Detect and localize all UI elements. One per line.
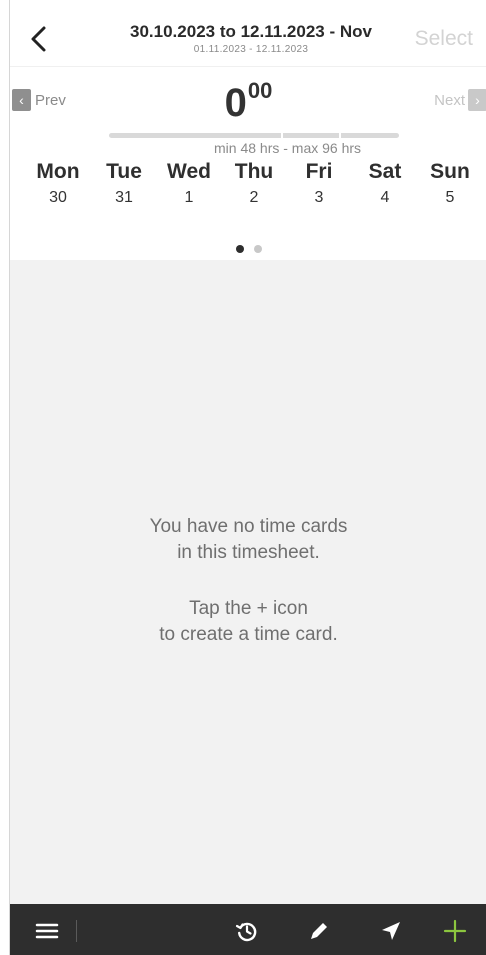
day-name: Mon	[36, 160, 80, 183]
hours-value: 0	[224, 81, 247, 125]
empty-line-4: to create a time card.	[159, 624, 338, 645]
timesheet-subtitle: 01.11.2023 - 12.11.2023	[193, 44, 309, 55]
empty-line-3: Tap the + icon	[189, 598, 308, 619]
min-hours-tick	[281, 133, 283, 138]
day-name: Tue	[106, 160, 142, 183]
history-icon[interactable]	[234, 918, 260, 944]
day-sat[interactable]: Sat 4	[353, 160, 417, 207]
day-date: 31	[115, 189, 133, 206]
add-icon[interactable]	[442, 918, 468, 944]
next-label: Next	[434, 91, 465, 109]
next-button[interactable]: Next ›	[434, 89, 486, 111]
back-icon[interactable]	[24, 20, 54, 58]
menu-icon[interactable]	[34, 918, 60, 944]
day-date: 2	[249, 189, 259, 206]
send-icon[interactable]	[378, 918, 404, 944]
day-date: 1	[184, 189, 194, 206]
timesheet-header: 30.10.2023 to 12.11.2023 - Nov 01.11.202…	[10, 0, 486, 260]
empty-line-2: in this timesheet.	[177, 542, 320, 563]
total-hours: 000	[10, 78, 486, 126]
week-days-row: Mon 30 Tue 31 Wed 1 Thu 2 Fri 3 Sat 4 Su…	[10, 160, 486, 216]
app-screen: 30.10.2023 to 12.11.2023 - Nov 01.11.202…	[9, 0, 486, 955]
edit-icon[interactable]	[306, 918, 332, 944]
minutes-value: 00	[247, 78, 273, 103]
timesheet-title: 30.10.2023 to 12.11.2023 - Nov	[130, 22, 372, 41]
day-date: 4	[380, 189, 390, 206]
day-name: Wed	[167, 160, 211, 183]
header-divider	[10, 66, 486, 67]
day-thu[interactable]: Thu 2	[222, 160, 286, 207]
day-name: Sun	[430, 160, 470, 183]
empty-state-message: You have no time cards in this timesheet…	[10, 514, 486, 648]
page-dot-1[interactable]	[235, 245, 244, 253]
day-wed[interactable]: Wed 1	[157, 160, 221, 207]
page-dot-2[interactable]	[253, 245, 262, 253]
toolbar-divider	[76, 920, 77, 942]
day-name: Sat	[368, 160, 402, 183]
day-date: 5	[445, 189, 455, 206]
day-date: 30	[49, 189, 67, 206]
chevron-right-icon: ›	[468, 89, 486, 111]
empty-line-1: You have no time cards	[149, 516, 348, 537]
bottom-toolbar	[10, 904, 486, 955]
day-date: 3	[314, 189, 324, 206]
hours-range-label: min 48 hrs - max 96 hrs	[214, 140, 362, 156]
day-name: Fri	[305, 160, 333, 183]
page-indicator	[10, 245, 486, 253]
day-fri[interactable]: Fri 3	[287, 160, 351, 207]
day-tue[interactable]: Tue 31	[92, 160, 156, 207]
select-button[interactable]: Select	[415, 27, 473, 51]
max-hours-tick	[339, 133, 341, 138]
hours-progress-bar	[109, 133, 399, 138]
day-mon[interactable]: Mon 30	[26, 160, 90, 207]
day-name: Thu	[234, 160, 274, 183]
day-sun[interactable]: Sun 5	[418, 160, 482, 207]
